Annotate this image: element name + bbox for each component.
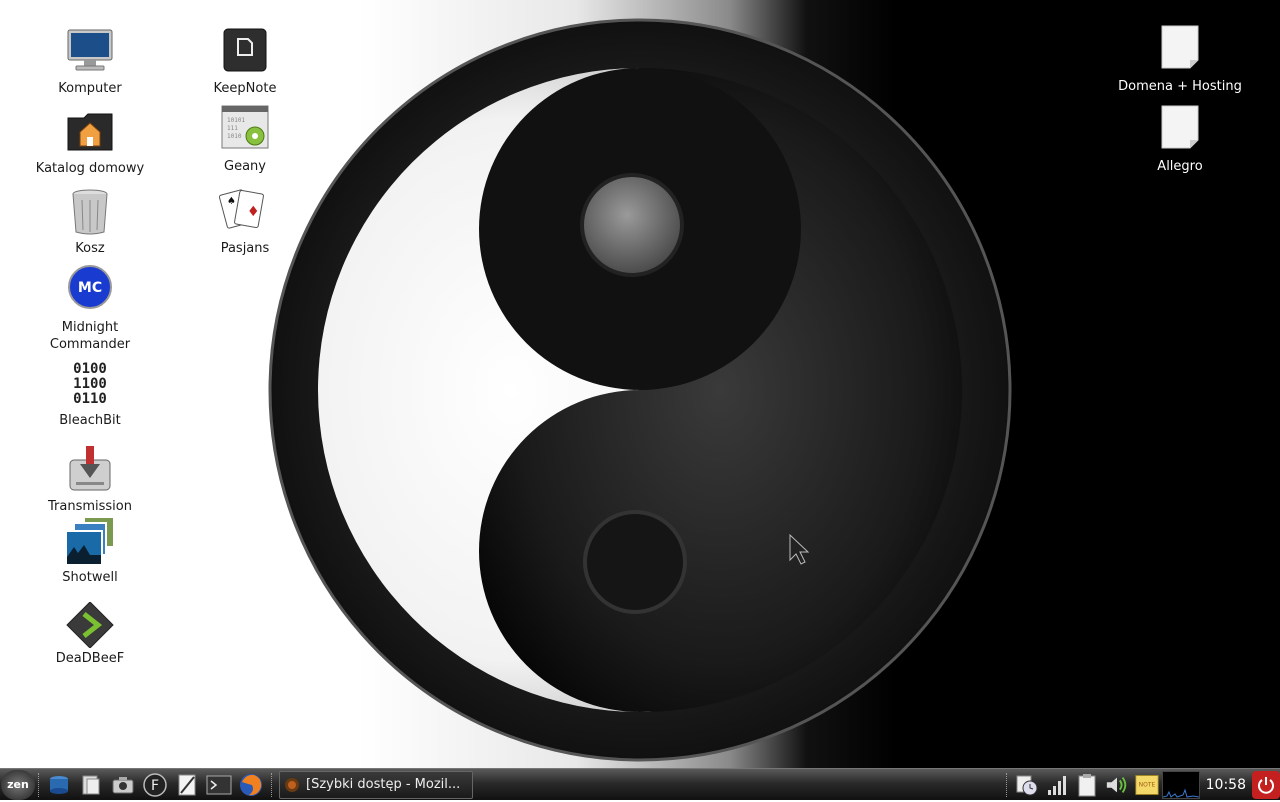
clipboard-button[interactable] [1075, 773, 1099, 797]
icon-label: Midnight Commander [49, 320, 131, 352]
taskbar-window-firefox[interactable]: [Szybki dostęp - Mozil... [279, 770, 473, 799]
bleachbit-line: 0110 [73, 391, 107, 407]
clock-applet-icon [1016, 775, 1038, 796]
taskbar: zen F [Szybki dostęp - Mozil... NOTE 10:… [0, 768, 1280, 800]
svg-text:♠: ♠ [227, 196, 236, 207]
start-menu-button[interactable]: zen [1, 769, 35, 800]
desktop-icon-midnight-commander[interactable]: MC Midnight Commander [20, 265, 160, 353]
database-launcher[interactable] [44, 770, 74, 800]
clipboard-icon [1078, 774, 1096, 797]
icon-label: DeaDBeeF [55, 651, 125, 666]
camera-launcher[interactable] [108, 770, 138, 800]
svg-text:NOTE: NOTE [1138, 782, 1155, 789]
desktop-icon-geany[interactable]: 10101 111 1010 Geany [175, 104, 315, 175]
terminal-launcher[interactable] [204, 770, 234, 800]
note-icon: NOTE [1135, 775, 1159, 795]
file-manager-launcher[interactable] [76, 770, 106, 800]
file-manager-icon [82, 775, 100, 794]
icon-label: Allegro [1157, 159, 1203, 174]
svg-text:10101: 10101 [227, 117, 245, 124]
icon-label: Katalog domowy [35, 161, 145, 176]
transmission-icon [64, 444, 116, 496]
system-tray: NOTE 10:58 [1003, 769, 1280, 801]
volume-icon [1106, 777, 1126, 793]
svg-text:111: 111 [227, 125, 238, 132]
text-editor-launcher[interactable] [172, 770, 202, 800]
icon-label: BleachBit [59, 413, 121, 428]
document-icon [1154, 24, 1206, 76]
document-icon [1154, 104, 1206, 156]
signal-icon [1047, 776, 1066, 795]
midnight-commander-icon: MC [64, 265, 116, 317]
icon-label: KeepNote [213, 81, 277, 96]
svg-text:♦: ♦ [247, 204, 260, 220]
volume-button[interactable] [1105, 773, 1129, 797]
desktop-icon-deadbeef[interactable]: DeaDBeeF [20, 601, 160, 667]
computer-icon [64, 26, 116, 78]
home-folder-icon [64, 106, 116, 158]
firefox-icon [240, 773, 262, 796]
icon-label: Pasjans [220, 241, 270, 256]
desktop-icon-bleachbit[interactable]: 0100 1100 0110 BleachBit [20, 362, 160, 429]
clock-applet-button[interactable] [1015, 773, 1039, 797]
power-icon [1258, 777, 1274, 794]
terminal-icon [206, 775, 232, 794]
bleachbit-line: 0100 [73, 361, 107, 377]
desktop-icon-kosz[interactable]: Kosz [20, 186, 160, 257]
font-icon: F [143, 772, 167, 797]
svg-text:1010: 1010 [227, 133, 242, 140]
deadbeef-icon [64, 601, 116, 649]
text-editor-icon [178, 774, 196, 795]
font-launcher[interactable]: F [140, 770, 170, 800]
power-button[interactable] [1252, 771, 1280, 799]
start-label: zen [7, 778, 29, 791]
separator [271, 772, 274, 797]
trash-icon [64, 186, 116, 238]
keepnote-icon [219, 26, 271, 78]
desktop-icon-katalog-domowy[interactable]: Katalog domowy [20, 106, 160, 177]
desktop-icon-komputer[interactable]: Komputer [20, 26, 160, 97]
separator [1005, 773, 1009, 797]
shotwell-icon [64, 515, 116, 567]
database-icon [50, 775, 68, 794]
firefox-launcher[interactable] [236, 770, 266, 800]
cpu-monitor-graph[interactable] [1161, 771, 1200, 799]
desktop-icon-transmission[interactable]: Transmission [20, 444, 160, 515]
clock[interactable]: 10:58 [1206, 777, 1246, 793]
firefox-icon [285, 777, 299, 792]
svg-text:MC: MC [78, 280, 102, 296]
icon-label: Transmission [48, 499, 132, 514]
task-label: [Szybki dostęp - Mozil... [306, 777, 461, 792]
icon-label: Kosz [75, 241, 105, 256]
icon-label: Shotwell [62, 570, 118, 585]
camera-icon [112, 776, 134, 793]
desktop-icon-domena-hosting[interactable]: Domena + Hosting [1110, 24, 1250, 95]
desktop-icon-keepnote[interactable]: KeepNote [175, 26, 315, 97]
desktop-icon-pasjans[interactable]: ♦ ♠ Pasjans [175, 186, 315, 257]
notes-button[interactable]: NOTE [1135, 773, 1159, 797]
desktop-icon-allegro[interactable]: Allegro [1110, 104, 1250, 175]
desktop-icon-shotwell[interactable]: Shotwell [20, 515, 160, 586]
solitaire-icon: ♦ ♠ [218, 186, 271, 238]
separator [38, 772, 41, 797]
bleachbit-line: 1100 [73, 376, 107, 392]
geany-icon: 10101 111 1010 [219, 104, 271, 156]
yin-yang-wallpaper [268, 18, 1012, 762]
network-signal-button[interactable] [1045, 773, 1069, 797]
bleachbit-icon: 0100 1100 0110 [64, 362, 116, 410]
desktop[interactable]: Komputer Katalog domowy Kosz MC Midnight… [0, 0, 1280, 768]
icon-label: Domena + Hosting [1118, 79, 1242, 94]
icon-label: Komputer [58, 81, 122, 96]
icon-label: Geany [224, 159, 266, 174]
svg-text:F: F [151, 778, 159, 794]
